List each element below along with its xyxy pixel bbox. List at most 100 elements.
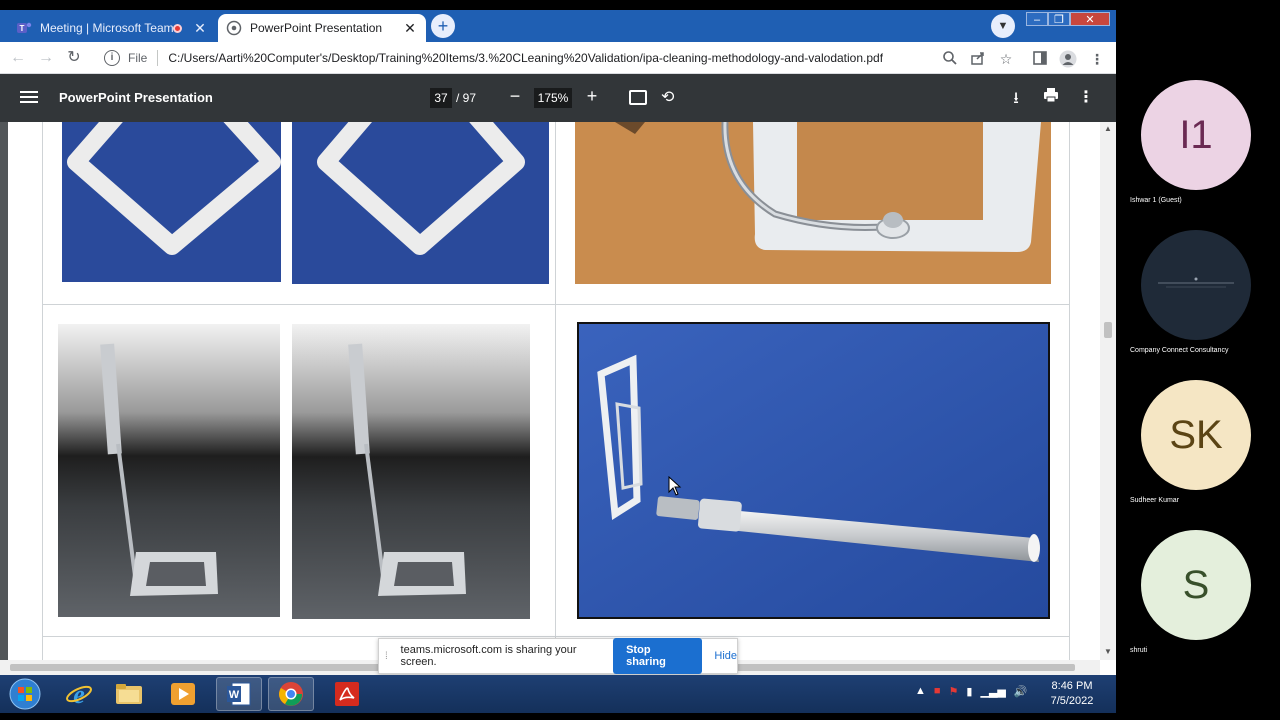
company-logo-icon	[1158, 277, 1234, 288]
avatar: SK	[1141, 380, 1251, 490]
coupon-photo	[62, 122, 281, 282]
hide-banner-button[interactable]: Hide	[714, 650, 737, 662]
browser-menu-kebab-icon[interactable]: ⋮	[1088, 50, 1106, 68]
power-tray-icon[interactable]: ▮	[966, 685, 972, 698]
hamburger-menu-icon[interactable]	[20, 88, 38, 108]
swab-stand-photo	[292, 324, 530, 619]
network-signal-icon[interactable]: ▁▃▅	[980, 685, 1005, 698]
zoom-in-plus-icon[interactable]: +	[583, 86, 601, 108]
tab-title: Meeting | Microsoft Teams	[40, 21, 173, 35]
maximize-button[interactable]: ❐	[1048, 12, 1070, 26]
windows-logo-icon	[9, 678, 41, 710]
participant-tile[interactable]: S shruti	[1130, 530, 1280, 680]
file-explorer-taskbar-icon[interactable]	[106, 677, 152, 711]
stop-sharing-button[interactable]: Stop sharing	[613, 638, 703, 674]
mouse-cursor-icon	[668, 476, 682, 496]
close-tab-icon[interactable]: ✕	[192, 20, 208, 37]
side-panel-icon[interactable]	[1031, 50, 1049, 68]
chrome-taskbar-icon[interactable]	[268, 677, 314, 711]
table-border	[1069, 122, 1070, 660]
pdf-viewer-area[interactable]: ▲ ▼	[0, 122, 1116, 660]
svg-text:T: T	[20, 24, 25, 33]
table-border	[555, 122, 556, 660]
avatar: S	[1141, 530, 1251, 640]
drag-handle-icon[interactable]: ⁞	[385, 651, 393, 662]
browser-window: T Meeting | Microsoft Teams ✕ PowerPoint…	[0, 10, 1116, 675]
tab-strip: T Meeting | Microsoft Teams ✕ PowerPoint…	[0, 10, 1116, 42]
participant-tile[interactable]: I1 Ishwar 1 (Guest)	[1130, 80, 1280, 230]
avatar	[1141, 230, 1251, 340]
participant-tile[interactable]: Company Connect Consultancy	[1130, 230, 1280, 380]
pdf-page	[8, 122, 1100, 660]
pdf-document-title: PowerPoint Presentation	[59, 90, 213, 105]
profile-avatar-icon[interactable]	[1059, 50, 1077, 68]
vertical-scrollbar[interactable]: ▲ ▼	[1100, 122, 1116, 660]
recording-indicator-icon	[173, 23, 182, 33]
url-text[interactable]: C:/Users/Aarti%20Computer's/Desktop/Trai…	[168, 51, 883, 65]
tab-teams-meeting[interactable]: T Meeting | Microsoft Teams ✕	[8, 14, 216, 42]
media-player-taskbar-icon[interactable]	[160, 677, 206, 711]
show-hidden-icons-chevron-icon[interactable]: ▲	[915, 685, 926, 698]
more-options-kebab-icon[interactable]: ⋮	[1076, 87, 1096, 107]
tab-search-chevron-icon[interactable]: ▼	[991, 14, 1015, 38]
rotate-icon[interactable]: ⟲	[661, 87, 674, 107]
taskbar-clock[interactable]: 8:46 PM 7/5/2022	[1046, 679, 1098, 709]
close-tab-icon[interactable]: ✕	[402, 20, 418, 37]
volume-speaker-icon[interactable]: 🔊	[1014, 685, 1028, 698]
svg-text:W: W	[229, 689, 240, 701]
reload-icon[interactable]: ↻	[64, 48, 84, 68]
forward-arrow-icon[interactable]: →	[36, 48, 56, 68]
minimize-button[interactable]: ‒	[1026, 12, 1048, 26]
back-arrow-icon[interactable]: ←	[8, 48, 28, 68]
page-number-input[interactable]: 37	[430, 88, 452, 108]
zoom-level-input[interactable]: 175%	[534, 88, 572, 108]
screen-sharing-banner: ⁞ teams.microsoft.com is sharing your sc…	[378, 638, 738, 674]
coupon-photo	[292, 122, 549, 284]
pdf-toolbar: PowerPoint Presentation 37 / 97 − 175% +…	[0, 74, 1116, 122]
clock-time: 8:46 PM	[1051, 680, 1093, 692]
participant-name: Sudheer Kumar	[1130, 497, 1180, 504]
omnibox-divider	[157, 50, 159, 66]
zoom-magnifier-icon[interactable]	[941, 50, 959, 68]
flag-tray-icon[interactable]: ⚑	[949, 685, 959, 698]
close-window-button[interactable]: ✕	[1070, 12, 1110, 26]
scrollbar-thumb[interactable]	[1104, 322, 1112, 338]
participant-name: Ishwar 1 (Guest)	[1130, 197, 1182, 204]
page-total: / 97	[456, 91, 477, 105]
tab-powerpoint-presentation[interactable]: PowerPoint Presentation ✕	[218, 14, 426, 42]
clock-date: 7/5/2022	[1050, 695, 1094, 707]
participant-tile[interactable]: SK Sudheer Kumar	[1130, 380, 1280, 530]
acrobat-taskbar-icon[interactable]	[324, 677, 370, 711]
new-tab-button[interactable]: +	[431, 14, 455, 38]
share-icon[interactable]	[969, 50, 987, 68]
start-button[interactable]	[2, 677, 48, 711]
download-icon[interactable]: ⭳	[1006, 87, 1026, 114]
teams-icon: T	[16, 20, 32, 36]
antivirus-tray-icon[interactable]: ■	[934, 685, 941, 698]
screen: T Meeting | Microsoft Teams ✕ PowerPoint…	[0, 0, 1280, 720]
info-icon[interactable]: i	[104, 50, 120, 66]
scheme-label: File	[128, 51, 148, 65]
word-taskbar-icon[interactable]: W	[216, 677, 262, 711]
participant-name: Company Connect Consultancy	[1130, 347, 1229, 354]
fit-to-page-icon[interactable]	[629, 90, 647, 105]
scroll-down-arrow-icon[interactable]: ▼	[1104, 647, 1112, 656]
table-border	[42, 122, 43, 660]
internet-explorer-taskbar-icon[interactable]: e	[56, 677, 102, 711]
browser-toolbar: ← → ↻ i File C:/Users/Aarti%20Computer's…	[0, 42, 1116, 74]
sharing-message: teams.microsoft.com is sharing your scre…	[400, 644, 577, 668]
globe-icon	[226, 20, 242, 36]
table-border	[42, 304, 1070, 305]
telescopic-swab-photo	[577, 322, 1050, 619]
swab-stand-photo	[58, 324, 280, 617]
participant-name: shruti	[1130, 647, 1148, 654]
zoom-out-minus-icon[interactable]: −	[506, 86, 524, 108]
windows-taskbar: e W ▲ ■ ⚑ ▮ ▁▃▅ 🔊 8:46 PM 7/5/2022	[0, 675, 1116, 713]
system-tray: ▲ ■ ⚑ ▮ ▁▃▅ 🔊	[915, 685, 1028, 698]
bookmark-star-icon[interactable]: ☆	[997, 50, 1015, 68]
svg-text:e: e	[73, 680, 85, 708]
table-border	[42, 636, 1070, 637]
print-icon[interactable]	[1041, 87, 1061, 108]
address-bar[interactable]: i File C:/Users/Aarti%20Computer's/Deskt…	[94, 44, 938, 72]
scroll-up-arrow-icon[interactable]: ▲	[1104, 124, 1112, 133]
